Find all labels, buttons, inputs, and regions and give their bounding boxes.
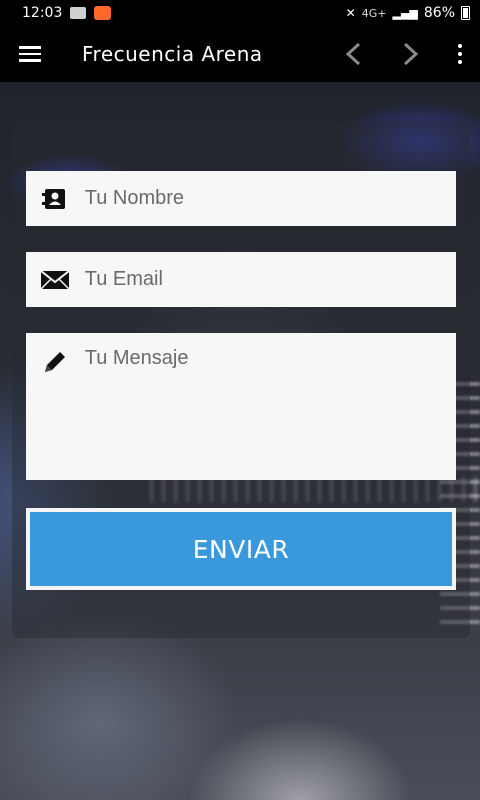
more-options-button[interactable] (440, 26, 480, 82)
chevron-right-icon (403, 42, 419, 66)
message-input[interactable] (84, 347, 456, 467)
back-button[interactable] (324, 26, 382, 82)
message-notification-icon (70, 7, 87, 19)
name-input[interactable] (84, 171, 456, 226)
contact-card-icon (26, 188, 85, 210)
name-field[interactable] (26, 171, 456, 226)
message-field[interactable] (26, 333, 456, 480)
chevron-left-icon (345, 42, 361, 66)
signal-icon: ▂▄▆ (392, 6, 418, 20)
app-notification-icon (94, 6, 112, 20)
status-time: 12:03 (22, 5, 63, 21)
forward-button[interactable] (382, 26, 440, 82)
email-field[interactable] (26, 252, 456, 307)
battery-percent: 86% (423, 5, 455, 21)
mute-icon: ✕ (345, 6, 356, 20)
page-title: Frecuencia Arena (82, 42, 263, 66)
pencil-icon (26, 347, 85, 375)
email-input[interactable] (84, 252, 456, 307)
battery-icon (461, 6, 470, 20)
app-toolbar: Frecuencia Arena (0, 26, 480, 82)
status-bar: 12:03 ✕ 4G+ ▂▄▆ 86% (0, 0, 480, 26)
envelope-icon (26, 269, 85, 290)
network-type: 4G+ (361, 6, 387, 20)
send-button[interactable]: ENVIAR (26, 508, 456, 590)
hamburger-menu-icon[interactable] (0, 26, 60, 82)
